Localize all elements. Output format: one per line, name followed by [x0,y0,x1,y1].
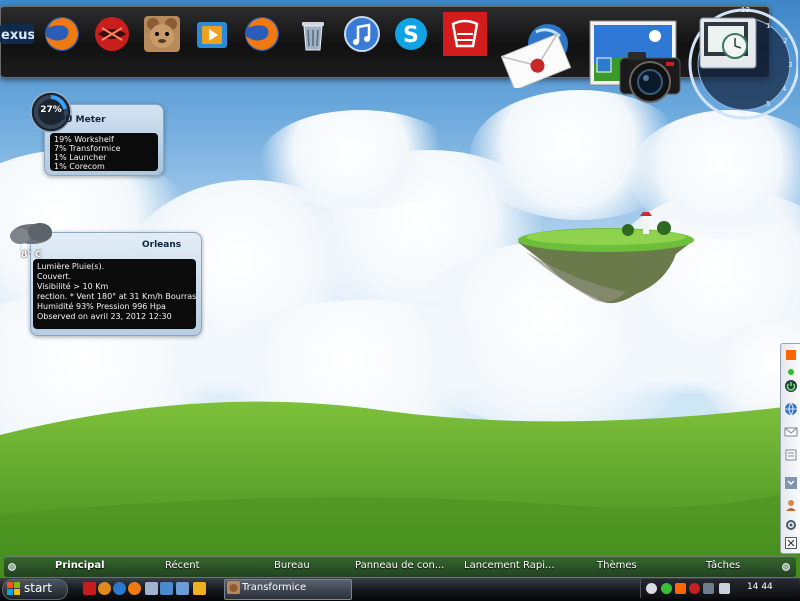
taskbar-clock[interactable]: 14 44 [747,582,773,592]
svg-text:6: 6 [742,110,747,118]
svg-text:12: 12 [741,6,750,14]
side-toolbar [780,343,800,554]
notes-icon[interactable] [783,447,799,463]
caisse-epargne-icon[interactable] [443,12,487,56]
cpu-process-item: 1% Launcher [54,153,107,162]
rain-cloud-icon [10,223,52,250]
user-icon[interactable] [783,497,799,513]
itunes-icon[interactable] [342,14,382,54]
menu-item-themes[interactable]: Thèmes [597,560,637,571]
cpu-percent: 27% [40,105,62,115]
floating-island [518,212,694,304]
transformice-task-icon [227,581,240,594]
tray-red-icon[interactable] [689,583,700,594]
menu-item-panneau-de-configuration[interactable]: Panneau de con... [355,560,444,571]
scroll-down-icon[interactable] [783,475,799,491]
weather-line: Visibilité > 10 Km [37,282,109,291]
weather-line: Observed on avril 23, 2012 12:30 [37,312,172,321]
quick-launch-ie-icon[interactable] [113,582,126,595]
svg-text:S: S [403,23,419,48]
menu-item-principal[interactable]: Principal [55,560,105,571]
cpu-process-item: 7% Transformice [54,144,121,153]
weather-line: rection. * Vent 180° at 31 Km/h Bourras [37,292,196,301]
recycle-bin-icon[interactable] [293,14,333,54]
weather-line: Couvert. [37,272,72,281]
settings-icon[interactable] [783,517,799,533]
weather-line: Humidité 93% Pression 996 Hpa [37,302,166,311]
firefox-icon[interactable] [42,14,82,54]
camera-icon[interactable] [618,44,682,108]
svg-text:exus: exus [1,28,34,43]
menu-item-lancement-rapide[interactable]: Lancement Rapi... [464,560,555,571]
close-icon[interactable] [783,535,799,551]
quick-launch-desktop-icon[interactable] [160,582,173,595]
quick-launch-red-icon[interactable] [83,582,96,595]
menu-end-dot-icon [782,563,790,571]
tray-back-icon[interactable] [646,583,657,594]
tray-orange-icon[interactable] [675,583,686,594]
nexus-icon[interactable]: exus [0,22,35,46]
quick-launch-switch-icon[interactable] [176,582,189,595]
firefox-icon[interactable] [242,14,282,54]
network-icon[interactable] [703,583,714,594]
orange-flag-icon[interactable] [783,347,799,363]
mail-icon[interactable] [500,18,574,88]
media-player-icon[interactable] [192,14,232,54]
svg-text:4: 4 [782,85,787,93]
svg-text:5: 5 [766,100,770,108]
menu-item-taches[interactable]: Tâches [706,560,740,571]
quick-launch-folder-icon[interactable] [193,582,206,595]
tray-green-icon[interactable] [661,583,672,594]
cpu-process-item: 19% Workshelf [54,135,114,144]
menu-item-bureau[interactable]: Bureau [274,560,310,571]
weather-line: Lumière Pluie(s). [37,262,105,271]
taskbar-item-label: Transformice [242,582,307,593]
mail-icon[interactable] [783,424,799,440]
menu-start-dot-icon [8,563,16,571]
cpu-process-list: 19% Workshelf 7% Transformice 1% Launche… [50,133,158,171]
power-icon[interactable] [783,378,799,394]
weather-city: Orleans [142,240,182,250]
red-app-icon[interactable] [92,14,132,54]
skype-icon[interactable]: S [391,14,431,54]
menu-item-recent[interactable]: Récent [165,560,200,571]
cpu-meter-title: CPU Meter [52,115,106,125]
cpu-process-item: 1% Corecom [54,162,105,171]
volume-icon[interactable] [719,583,730,594]
globe-icon[interactable] [783,401,799,417]
transformice-icon[interactable] [142,14,182,54]
clock-widget-icon[interactable]: 12 1 2 3 4 5 6 [682,2,798,120]
weather-details: Lumière Pluie(s). Couvert. Visibilité > … [33,259,196,329]
start-label: start [24,581,52,595]
svg-text:1: 1 [766,22,770,30]
windows-logo-icon [7,582,20,595]
quick-launch-window-icon[interactable] [145,582,158,595]
svg-text:3: 3 [788,61,792,69]
quick-launch-chrome-icon[interactable] [98,582,111,595]
quick-launch-firefox-icon[interactable] [128,582,141,595]
svg-text:2: 2 [783,37,787,45]
